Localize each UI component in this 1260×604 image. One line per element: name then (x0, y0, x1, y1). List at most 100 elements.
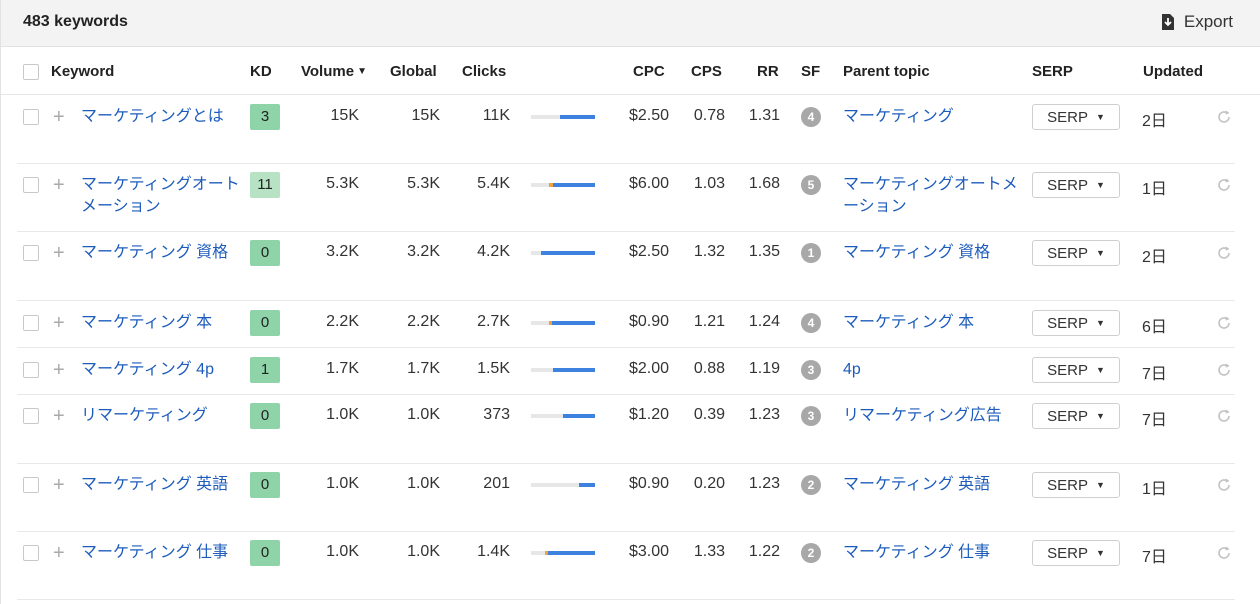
serp-dropdown-button[interactable]: SERP ▼ (1032, 240, 1120, 266)
serp-dropdown-button[interactable]: SERP ▼ (1032, 310, 1120, 336)
plus-icon[interactable]: + (53, 406, 65, 426)
row-checkbox[interactable] (23, 245, 39, 261)
column-header-sf[interactable]: SF (801, 63, 820, 80)
plus-icon[interactable]: + (53, 475, 65, 495)
refresh-icon[interactable] (1216, 362, 1232, 378)
refresh-icon[interactable] (1216, 477, 1232, 493)
refresh-icon[interactable] (1216, 545, 1232, 561)
column-header-volume-label: Volume (301, 63, 355, 80)
row-divider (17, 531, 1235, 532)
keyword-link[interactable]: マーケティング 資格 (81, 242, 241, 264)
row-checkbox[interactable] (23, 408, 39, 424)
column-header-clicks[interactable]: Clicks (462, 63, 506, 80)
serp-dropdown-button[interactable]: SERP ▼ (1032, 540, 1120, 566)
column-header-cps[interactable]: CPS (691, 63, 722, 80)
keyword-link[interactable]: マーケティング 英語 (81, 474, 241, 496)
chevron-down-icon: ▼ (1095, 365, 1105, 375)
serp-features-badge[interactable]: 3 (801, 406, 821, 426)
row-checkbox[interactable] (23, 477, 39, 493)
kd-badge: 11 (250, 172, 280, 198)
refresh-icon[interactable] (1216, 177, 1232, 193)
column-header-serp[interactable]: SERP (1032, 63, 1073, 80)
serp-features-badge[interactable]: 4 (801, 313, 821, 333)
cps-value: 0.88 (693, 360, 725, 377)
volume-value: 3.2K (326, 243, 359, 260)
clicks-bar-paid (545, 551, 548, 555)
refresh-icon[interactable] (1216, 109, 1232, 125)
plus-icon[interactable]: + (53, 107, 65, 127)
serp-button-label: SERP (1047, 108, 1088, 126)
parent-topic-link[interactable]: マーケティング 資格 (843, 242, 1023, 264)
clicks-bar-organic (563, 414, 595, 418)
plus-icon[interactable]: + (53, 360, 65, 380)
serp-features-badge[interactable]: 2 (801, 543, 821, 563)
serp-dropdown-button[interactable]: SERP ▼ (1032, 403, 1120, 429)
select-all-checkbox[interactable] (23, 64, 39, 80)
chevron-down-icon: ▼ (1095, 248, 1105, 258)
parent-topic-link[interactable]: 4p (843, 359, 1023, 381)
clicks-bar (531, 321, 595, 325)
global-value: 2.2K (407, 313, 440, 330)
clicks-bar-paid (549, 321, 552, 325)
serp-button-label: SERP (1047, 176, 1088, 194)
clicks-value: 11K (482, 107, 510, 124)
keyword-link[interactable]: マーケティング 4p (81, 359, 241, 381)
refresh-icon[interactable] (1216, 245, 1232, 261)
column-header-cpc[interactable]: CPC (633, 63, 665, 80)
clicks-value: 201 (483, 475, 510, 492)
column-header-volume[interactable]: Volume ▼ (301, 63, 367, 80)
cps-value: 1.03 (693, 175, 725, 192)
plus-icon[interactable]: + (53, 543, 65, 563)
row-checkbox[interactable] (23, 362, 39, 378)
parent-topic-link[interactable]: マーケティング 英語 (843, 474, 1023, 496)
column-header-parent-topic[interactable]: Parent topic (843, 63, 930, 80)
serp-features-badge[interactable]: 2 (801, 475, 821, 495)
row-divider (17, 231, 1235, 232)
plus-icon[interactable]: + (53, 313, 65, 333)
parent-topic-link[interactable]: マーケティング 仕事 (843, 542, 1023, 564)
clicks-bar-paid (549, 183, 553, 187)
plus-icon[interactable]: + (53, 175, 65, 195)
column-header-updated[interactable]: Updated (1143, 63, 1203, 80)
serp-dropdown-button[interactable]: SERP ▼ (1032, 172, 1120, 198)
global-value: 5.3K (407, 175, 440, 192)
keyword-link[interactable]: マーケティング 本 (81, 312, 241, 334)
updated-value: 6日 (1142, 319, 1167, 336)
row-checkbox[interactable] (23, 315, 39, 331)
plus-icon[interactable]: + (53, 243, 65, 263)
cpc-value: $0.90 (628, 313, 669, 330)
parent-topic-link[interactable]: マーケティング 本 (843, 312, 1023, 334)
row-checkbox[interactable] (23, 177, 39, 193)
export-button[interactable]: Export (1161, 12, 1233, 32)
column-header-keyword[interactable]: Keyword (51, 63, 114, 80)
clicks-bar (531, 115, 595, 119)
row-checkbox[interactable] (23, 545, 39, 561)
export-label: Export (1183, 12, 1233, 31)
serp-features-badge[interactable]: 1 (801, 243, 821, 263)
serp-dropdown-button[interactable]: SERP ▼ (1032, 104, 1120, 130)
updated-value: 7日 (1142, 549, 1167, 566)
serp-dropdown-button[interactable]: SERP ▼ (1032, 472, 1120, 498)
refresh-icon[interactable] (1216, 408, 1232, 424)
column-header-global[interactable]: Global (390, 63, 437, 80)
keyword-link[interactable]: マーケティング 仕事 (81, 542, 241, 564)
global-value: 3.2K (407, 243, 440, 260)
rr-value: 1.23 (748, 406, 780, 423)
keyword-link[interactable]: マーケティングとは (81, 106, 241, 128)
serp-features-badge[interactable]: 3 (801, 360, 821, 380)
serp-dropdown-button[interactable]: SERP ▼ (1032, 357, 1120, 383)
parent-topic-link[interactable]: リマーケティング広告 (843, 405, 1023, 427)
clicks-bar-organic (541, 251, 595, 255)
chevron-down-icon: ▼ (1095, 548, 1105, 558)
serp-features-badge[interactable]: 4 (801, 107, 821, 127)
keyword-link[interactable]: リマーケティング (81, 405, 241, 427)
clicks-bar-organic (579, 483, 595, 487)
column-header-rr[interactable]: RR (757, 63, 779, 80)
parent-topic-link[interactable]: マーケティングオートメーション (843, 174, 1023, 218)
column-header-kd[interactable]: KD (250, 63, 272, 80)
parent-topic-link[interactable]: マーケティング (843, 106, 1023, 128)
keyword-link[interactable]: マーケティングオートメーション (81, 174, 241, 218)
serp-features-badge[interactable]: 5 (801, 175, 821, 195)
row-checkbox[interactable] (23, 109, 39, 125)
refresh-icon[interactable] (1216, 315, 1232, 331)
